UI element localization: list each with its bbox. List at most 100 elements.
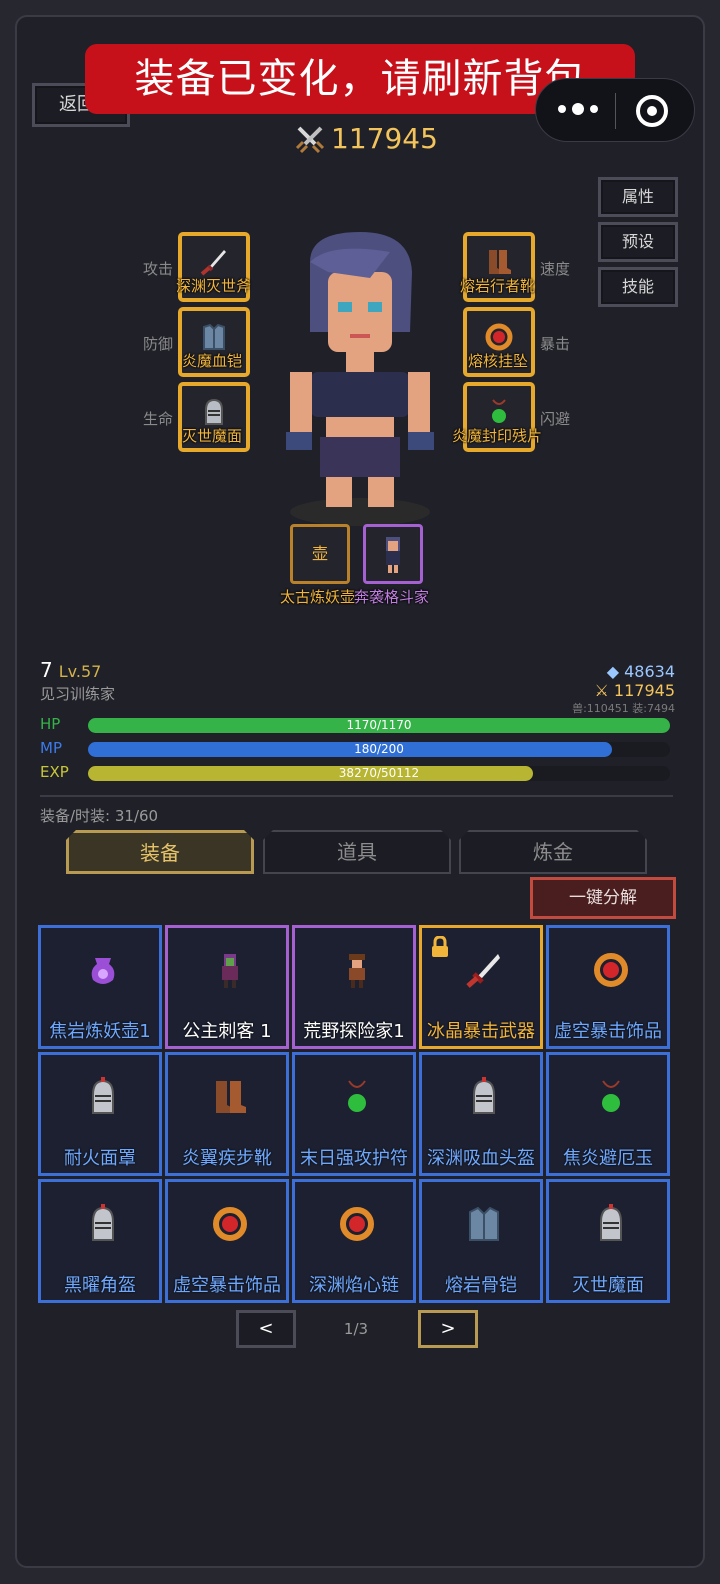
- power-value: 117945: [613, 681, 675, 700]
- armor-name: 炎魔血铠: [182, 352, 243, 370]
- preset-button[interactable]: 预设: [598, 222, 678, 262]
- mini-program-capsule: [535, 78, 695, 142]
- more-icon[interactable]: [558, 103, 598, 115]
- divider: [40, 795, 673, 797]
- inventory-item-name: 黑曜角盔: [64, 1275, 136, 1296]
- slot-label-crit: 暴击: [540, 335, 571, 353]
- slot-label-defense: 防御: [143, 335, 174, 353]
- knight-helmet-icon: [205, 398, 223, 425]
- assassin-character-icon: [222, 954, 238, 988]
- crossed-swords-icon: [295, 126, 325, 153]
- crossed-swords-icon: ⚔: [594, 681, 609, 700]
- inventory-item[interactable]: 公主刺客 1: [165, 925, 289, 1049]
- one-click-decompose-button[interactable]: 一键分解: [530, 877, 676, 919]
- page-indicator: 1/3: [343, 1320, 369, 1338]
- pot-icon-text: 壶: [311, 544, 328, 563]
- inventory-item[interactable]: 虚空暴击饰品: [165, 1179, 289, 1303]
- inventory-item-name: 公主刺客 1: [182, 1021, 272, 1042]
- mp-bar: MP 180/200: [40, 739, 670, 758]
- tab-equipment[interactable]: 装备: [66, 830, 254, 874]
- next-page-button[interactable]: >: [418, 1310, 478, 1348]
- tab-items[interactable]: 道具: [263, 830, 451, 874]
- inventory-item[interactable]: 冰晶暴击武器: [419, 925, 543, 1049]
- exp-text: 38270/50112: [338, 766, 420, 780]
- inventory-item-name: 炎翼疾步靴: [182, 1148, 272, 1169]
- red-gem-ring-icon: [594, 953, 628, 987]
- knight-helmet-icon: [473, 1077, 495, 1114]
- inventory-item[interactable]: 灭世魔面: [546, 1179, 670, 1303]
- mp-label: MP: [40, 739, 62, 757]
- knight-helmet-icon: [92, 1077, 114, 1114]
- red-gem-ring-icon: [340, 1207, 374, 1241]
- inventory-item[interactable]: 深渊吸血头盔: [419, 1052, 543, 1176]
- green-amulet-icon: [602, 1080, 620, 1112]
- gem-count: 48634: [624, 662, 675, 681]
- combat-power-value: 117945: [331, 122, 438, 155]
- level-label: Lv.57: [58, 662, 102, 681]
- hp-text: 1170/1170: [346, 718, 412, 732]
- slot-label-speed: 速度: [540, 260, 571, 278]
- player-class: 见习训练家: [40, 685, 116, 703]
- exp-label: EXP: [40, 763, 69, 781]
- diamond-icon: ◆: [606, 662, 619, 681]
- pendant-name: 熔核挂坠: [468, 352, 529, 370]
- attributes-button[interactable]: 属性: [598, 177, 678, 217]
- purple-pot-icon: [91, 958, 115, 984]
- inventory-item[interactable]: 黑曜角盔: [38, 1179, 162, 1303]
- boots-name: 熔岩行者靴: [460, 277, 536, 295]
- combat-power-top: 117945: [295, 122, 438, 155]
- exp-bar: EXP 38270/50112: [40, 763, 670, 782]
- lock-icon: [432, 936, 448, 957]
- red-gem-ring-icon: [485, 323, 513, 351]
- inventory-item-name: 深渊吸血头盔: [427, 1148, 535, 1169]
- inventory-item[interactable]: 焦炎避厄玉: [546, 1052, 670, 1176]
- level-number: 7: [40, 658, 53, 682]
- explorer-character-icon: [349, 954, 365, 988]
- skills-button[interactable]: 技能: [598, 267, 678, 307]
- close-target-icon[interactable]: [636, 95, 668, 127]
- inventory-item[interactable]: 熔岩骨铠: [419, 1179, 543, 1303]
- resource-summary: ◆ 48634 ⚔ 117945 兽:110451 装:7494: [572, 662, 675, 716]
- inventory-item[interactable]: 焦岩炼妖壶1: [38, 925, 162, 1049]
- inventory-item-name: 冰晶暴击武器: [427, 1021, 535, 1042]
- red-gem-ring-icon: [213, 1207, 247, 1241]
- hp-bar: HP 1170/1170: [40, 715, 670, 734]
- dagger-icon: [200, 250, 226, 276]
- inventory-item-name: 焦炎避厄玉: [563, 1148, 653, 1169]
- inventory-item[interactable]: 荒野探险家1: [292, 925, 416, 1049]
- inventory-item-name: 深渊焰心链: [309, 1275, 399, 1296]
- skin-slot[interactable]: [363, 524, 423, 584]
- inventory-item[interactable]: 炎翼疾步靴: [165, 1052, 289, 1176]
- knight-helmet-icon: [92, 1204, 114, 1241]
- pot-slot[interactable]: 壶: [290, 524, 350, 584]
- boots-icon: [489, 250, 511, 274]
- pot-name: 太古炼妖壶: [280, 588, 356, 606]
- inventory-item-name: 焦岩炼妖壶1: [49, 1021, 151, 1042]
- player-level: 7 Lv.57: [40, 658, 101, 682]
- inventory-item[interactable]: 末日强攻护符: [292, 1052, 416, 1176]
- green-amulet-icon: [492, 399, 506, 423]
- knight-helmet-icon: [600, 1204, 622, 1241]
- inventory-item[interactable]: 虚空暴击饰品: [546, 925, 670, 1049]
- prev-page-button[interactable]: <: [236, 1310, 296, 1348]
- weapon-name: 深渊灭世斧: [176, 277, 252, 295]
- inventory-item[interactable]: 耐火面罩: [38, 1052, 162, 1176]
- inventory-item-name: 熔岩骨铠: [445, 1275, 517, 1296]
- inventory-item-name: 虚空暴击饰品: [554, 1021, 662, 1042]
- inventory-item-name: 荒野探险家1: [303, 1021, 405, 1042]
- inventory-item-name: 耐火面罩: [64, 1148, 136, 1169]
- green-amulet-icon: [348, 1080, 366, 1112]
- slot-label-attack: 攻击: [143, 260, 174, 278]
- boots-icon: [216, 1081, 246, 1113]
- skin-name: 奔袭格斗家: [354, 588, 430, 606]
- inventory-item-name: 末日强攻护符: [300, 1148, 408, 1169]
- inventory-item[interactable]: 深渊焰心链: [292, 1179, 416, 1303]
- hp-label: HP: [40, 715, 61, 733]
- tab-alchemy[interactable]: 炼金: [459, 830, 647, 874]
- inventory-item-name: 虚空暴击饰品: [173, 1275, 281, 1296]
- capsule-divider: [615, 93, 616, 129]
- slot-label-life: 生命: [143, 410, 174, 428]
- mini-character-icon: [386, 537, 400, 573]
- mp-text: 180/200: [354, 742, 404, 756]
- power-breakdown: 兽:110451 装:7494: [572, 702, 675, 715]
